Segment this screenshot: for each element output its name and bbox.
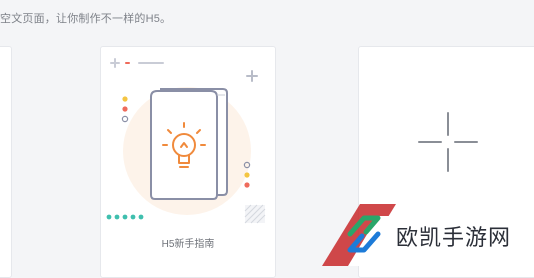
sparkle-icon (110, 58, 120, 68)
dot-red (122, 106, 128, 112)
dot-yellow (122, 96, 128, 102)
dot-outline (121, 115, 129, 123)
watermark-logo: 欧凯手游网 (300, 196, 534, 266)
brand-logo-icon (347, 215, 381, 253)
template-card-previous[interactable] (0, 46, 12, 278)
brand-name: 欧凯手游网 (396, 225, 512, 250)
dot-red-right (244, 182, 250, 188)
teal-dots (106, 214, 144, 220)
dot-yellow-right (244, 172, 250, 178)
hatch-pattern (244, 204, 266, 224)
template-card-h5-guide[interactable]: H5新手指南 (100, 46, 276, 278)
page-subtitle: 空文页面，让你制作不一样的H5。 (0, 13, 172, 25)
book-front-cover (150, 90, 218, 200)
plus-icon (418, 112, 478, 172)
template-card-label: H5新手指南 (161, 239, 215, 250)
star-icon (246, 70, 258, 82)
book-lightbulb-illustration (106, 58, 266, 224)
